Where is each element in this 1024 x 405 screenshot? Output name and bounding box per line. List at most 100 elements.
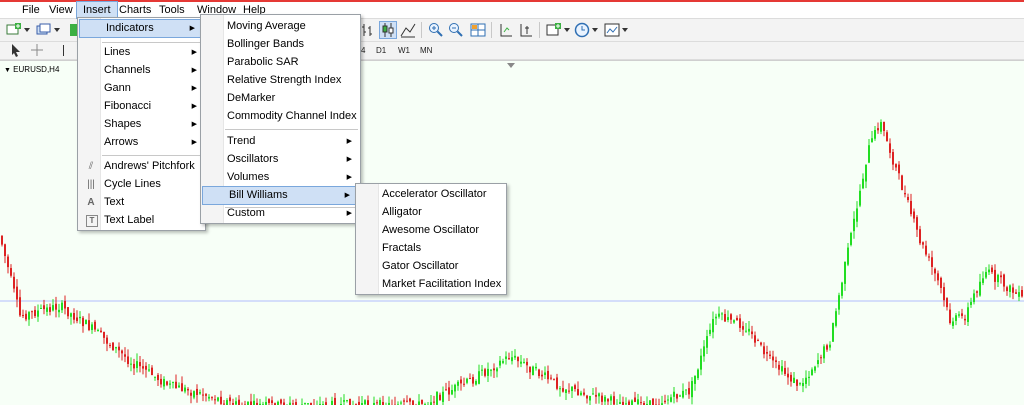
submenu-arrow-icon: ▶ xyxy=(345,187,350,204)
candlestick-icon[interactable] xyxy=(380,22,396,38)
candle-body xyxy=(187,389,189,390)
indicators-icon[interactable] xyxy=(546,22,562,38)
menu-item-andrews-pitchfork[interactable]: ⫽Andrews' Pitchfork xyxy=(78,158,205,175)
submenu-arrow-icon: ▶ xyxy=(347,133,352,150)
candle-body xyxy=(736,318,738,320)
candle-body xyxy=(1006,287,1008,291)
templates-icon[interactable] xyxy=(604,22,620,38)
timeframe-w1[interactable]: W1 xyxy=(398,44,410,57)
menu-item-text-label[interactable]: TText Label xyxy=(78,212,205,229)
menu-item-awesome-oscillator[interactable]: Awesome Oscillator xyxy=(356,222,506,239)
candle-body xyxy=(28,312,30,320)
menu-item-oscillators[interactable]: Oscillators▶ xyxy=(201,151,360,168)
candle-body xyxy=(913,211,915,218)
menu-item-shapes[interactable]: Shapes▶ xyxy=(78,116,205,133)
menu-item-accelerator-oscillator[interactable]: Accelerator Oscillator xyxy=(356,186,506,203)
menu-item-moving-average[interactable]: Moving Average xyxy=(201,18,360,35)
bar-chart-icon[interactable] xyxy=(360,22,376,38)
menu-item-fractals[interactable]: Fractals xyxy=(356,240,506,257)
candle-body xyxy=(61,303,63,311)
candle-body xyxy=(400,403,402,404)
menu-tools[interactable]: Tools xyxy=(153,2,191,18)
candle-body xyxy=(49,307,51,312)
candle-body xyxy=(220,397,222,404)
candle-body xyxy=(652,399,654,405)
crosshair-icon[interactable] xyxy=(30,43,44,57)
candle-body xyxy=(469,378,471,379)
chevron-down-icon[interactable] xyxy=(24,28,30,32)
candle-body xyxy=(844,262,846,284)
menu-item-custom[interactable]: Custom▶ xyxy=(201,205,360,222)
candle-body xyxy=(634,397,636,401)
menu-item-demarker[interactable]: DeMarker xyxy=(201,90,360,107)
menu-file[interactable]: File xyxy=(16,2,46,18)
candle-body xyxy=(859,191,861,206)
timeframe-h4[interactable]: 4 xyxy=(361,44,365,57)
timeframe-mn[interactable]: MN xyxy=(420,44,432,57)
candle-body xyxy=(835,311,837,326)
menu-item-arrows[interactable]: Arrows▶ xyxy=(78,134,205,151)
menu-charts[interactable]: Charts xyxy=(113,2,157,18)
chevron-down-icon[interactable] xyxy=(564,28,570,32)
menu-item-label: Channels xyxy=(104,64,150,76)
candle-body xyxy=(853,219,855,231)
candle-body xyxy=(670,397,672,402)
menu-item-parabolic-sar[interactable]: Parabolic SAR xyxy=(201,54,360,71)
zoom-out-icon[interactable] xyxy=(448,22,464,38)
menu-item-volumes[interactable]: Volumes▶ xyxy=(201,169,360,186)
submenu-arrow-icon: ▶ xyxy=(192,98,197,115)
candle-body xyxy=(958,314,960,315)
menu-item-label: Oscillators xyxy=(227,153,278,165)
candle-body xyxy=(67,307,69,316)
menu-item-cycle-lines[interactable]: |||Cycle Lines xyxy=(78,176,205,193)
candle-body xyxy=(568,391,570,392)
menu-item-label: Custom xyxy=(227,207,265,219)
menu-item-alligator[interactable]: Alligator xyxy=(356,204,506,221)
menu-view[interactable]: View xyxy=(43,2,79,18)
menu-item-label: Gann xyxy=(104,82,131,94)
candle-body xyxy=(1000,275,1002,277)
chevron-down-icon[interactable] xyxy=(622,28,628,32)
candle-body xyxy=(145,366,147,370)
menu-item-bill-williams[interactable]: Bill Williams▶ xyxy=(202,186,359,205)
auto-scroll-icon[interactable] xyxy=(518,22,534,38)
candle-body xyxy=(412,401,414,405)
indicators-submenu: Moving Average Bollinger Bands Parabolic… xyxy=(200,14,361,224)
candle-body xyxy=(697,370,699,379)
candle-body xyxy=(520,362,522,364)
candle-body xyxy=(937,273,939,280)
candle-body xyxy=(865,165,867,182)
candle-body xyxy=(904,193,906,194)
cursor-arrow-icon[interactable] xyxy=(10,43,22,57)
menu-item-rsi[interactable]: Relative Strength Index xyxy=(201,72,360,89)
menu-item-channels[interactable]: Channels▶ xyxy=(78,62,205,79)
timeframe-d1[interactable]: D1 xyxy=(376,44,386,57)
candle-body xyxy=(796,380,798,386)
menu-item-bollinger-bands[interactable]: Bollinger Bands xyxy=(201,36,360,53)
chevron-down-icon[interactable] xyxy=(592,28,598,32)
chart-shift-icon[interactable] xyxy=(498,22,514,38)
vertical-line-icon[interactable] xyxy=(63,45,64,56)
candle-body xyxy=(694,376,696,384)
candle-body xyxy=(802,383,804,386)
candle-body xyxy=(745,331,747,332)
candle-body xyxy=(121,351,123,354)
profiles-icon[interactable] xyxy=(36,22,52,38)
menu-item-indicators[interactable]: Indicators ▶ xyxy=(79,19,204,38)
menu-item-gator-oscillator[interactable]: Gator Oscillator xyxy=(356,258,506,275)
periods-clock-icon[interactable] xyxy=(574,22,590,38)
menu-item-text[interactable]: AText xyxy=(78,194,205,211)
menu-item-cci[interactable]: Commodity Channel Index xyxy=(201,108,360,125)
menu-item-gann[interactable]: Gann▶ xyxy=(78,80,205,97)
line-chart-icon[interactable] xyxy=(400,22,416,38)
menu-item-fibonacci[interactable]: Fibonacci▶ xyxy=(78,98,205,115)
candle-body xyxy=(805,378,807,384)
new-chart-icon[interactable] xyxy=(6,22,22,38)
zoom-in-icon[interactable] xyxy=(428,22,444,38)
menu-item-market-facilitation-index[interactable]: Market Facilitation Index xyxy=(356,276,506,293)
candle-body xyxy=(577,389,579,395)
tile-windows-icon[interactable] xyxy=(470,22,486,38)
menu-item-lines[interactable]: Lines▶ xyxy=(78,44,205,61)
menu-item-trend[interactable]: Trend▶ xyxy=(201,133,360,150)
chevron-down-icon[interactable] xyxy=(54,28,60,32)
